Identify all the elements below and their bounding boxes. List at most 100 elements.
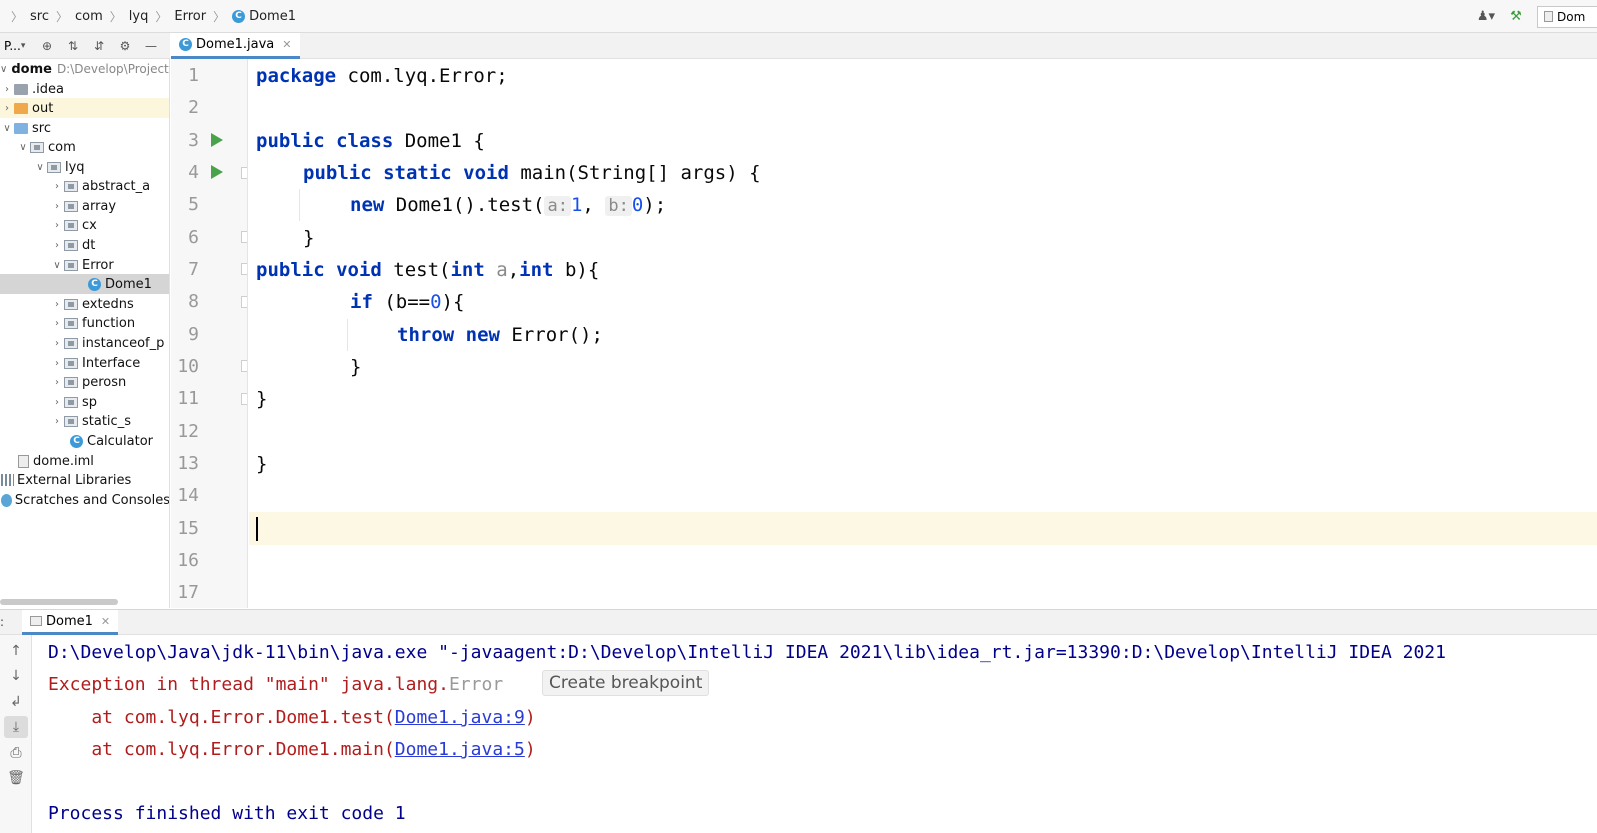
- fold-icon[interactable]: [241, 393, 247, 405]
- fold-icon[interactable]: [241, 296, 247, 308]
- chevron-right-icon: ›: [55, 180, 59, 192]
- fold-icon[interactable]: [241, 167, 247, 179]
- package-icon: [64, 415, 78, 427]
- tree-item-src[interactable]: ∨ src: [0, 118, 169, 138]
- chevron-right-icon: 〉: [56, 10, 69, 24]
- tree-item-sp[interactable]: › sp: [0, 392, 169, 412]
- close-icon[interactable]: ✕: [101, 615, 110, 628]
- arrow-down-icon[interactable]: ↓: [4, 665, 28, 687]
- fold-icon[interactable]: [241, 263, 247, 275]
- chevron-down-icon: ∨: [53, 259, 61, 271]
- tree-item-dome-iml[interactable]: dome.iml: [0, 451, 169, 471]
- editor-gutter[interactable]: 1 2 3 4 5 6 7 8 9 10 11 12 13 14 15 16 1…: [171, 59, 248, 608]
- code-line-11: }: [256, 388, 268, 410]
- chevron-down-icon: ∨: [0, 63, 8, 75]
- tree-item-scratches[interactable]: Scratches and Consoles: [0, 490, 169, 510]
- tree-item-interface[interactable]: › Interface: [0, 353, 169, 373]
- project-tree: ∨ dome D:\Develop\Projects › .idea › out…: [0, 59, 170, 608]
- line-number: 17: [177, 582, 199, 603]
- chevron-right-icon: ›: [55, 376, 59, 388]
- tree-item-label: perosn: [82, 374, 127, 390]
- scroll-to-end-icon[interactable]: ⤓: [4, 716, 28, 738]
- indent-guide: [299, 189, 300, 221]
- tree-item-cx[interactable]: › cx: [0, 215, 169, 235]
- build-hammer-icon[interactable]: ⚒: [1503, 5, 1529, 29]
- fold-icon[interactable]: [241, 231, 247, 243]
- tab-dome1-java[interactable]: C Dome1.java ✕: [171, 33, 300, 59]
- horizontal-scrollbar[interactable]: [0, 599, 118, 605]
- tree-item-label: Dome1: [105, 276, 152, 292]
- arrow-up-icon[interactable]: ↑: [4, 640, 28, 662]
- tree-item-label: Calculator: [87, 433, 154, 449]
- user-icon[interactable]: ♟▾: [1469, 5, 1503, 29]
- param-hint-a: a:: [544, 196, 571, 216]
- create-breakpoint-tooltip[interactable]: Create breakpoint: [542, 670, 710, 696]
- breadcrumb-item-dome1[interactable]: C Dome1: [232, 9, 296, 24]
- tab-run-dome1[interactable]: Dome1 ✕: [22, 610, 119, 635]
- tree-item-label: lyq: [65, 159, 85, 175]
- soft-wrap-icon[interactable]: ↲: [4, 691, 28, 713]
- tree-item-function[interactable]: › function: [0, 313, 169, 333]
- run-configuration-select[interactable]: Dom: [1537, 5, 1597, 28]
- close-icon[interactable]: ✕: [282, 38, 291, 51]
- tree-item-lyq[interactable]: ∨ lyq: [0, 157, 169, 177]
- package-icon: [64, 219, 78, 231]
- collapse-all-icon[interactable]: ⇵: [86, 35, 112, 57]
- stack-trace-link[interactable]: Dome1.java:5: [395, 739, 525, 760]
- scratches-icon: [1, 493, 12, 507]
- trash-icon[interactable]: 🗑: [4, 767, 28, 789]
- tree-item-external-libraries[interactable]: External Libraries: [0, 470, 169, 490]
- hide-icon[interactable]: —: [138, 35, 164, 57]
- tree-item-label: out: [32, 100, 54, 116]
- current-line-highlight: [249, 512, 1597, 545]
- text-caret: [256, 517, 258, 541]
- breadcrumb-item-error[interactable]: Error: [174, 9, 206, 24]
- print-icon[interactable]: ⎙: [4, 742, 28, 764]
- tree-item-perosn[interactable]: › perosn: [0, 372, 169, 392]
- breadcrumb-item-lyq[interactable]: lyq: [129, 9, 149, 24]
- fold-icon[interactable]: [241, 360, 247, 372]
- console-output[interactable]: D:\Develop\Java\jdk-11\bin\java.exe "-ja…: [33, 635, 1597, 833]
- source-folder-icon: [14, 122, 28, 134]
- tree-item-dt[interactable]: › dt: [0, 235, 169, 255]
- tree-item-calculator[interactable]: C Calculator: [0, 431, 169, 451]
- tree-item-out[interactable]: › out: [0, 98, 169, 118]
- code-editor[interactable]: package com.lyq.Error; public class Dome…: [249, 59, 1597, 608]
- code-line-9: throw new Error();: [397, 324, 603, 346]
- tree-item-dome1[interactable]: C Dome1: [0, 274, 169, 294]
- tree-item-com[interactable]: ∨ com: [0, 137, 169, 157]
- locate-icon[interactable]: ⊕: [34, 35, 60, 57]
- console-command-line: D:\Develop\Java\jdk-11\bin\java.exe "-ja…: [48, 642, 1446, 663]
- run-main-icon[interactable]: [211, 165, 223, 179]
- package-icon: [64, 357, 78, 369]
- tree-item-abstract-a[interactable]: › abstract_a: [0, 176, 169, 196]
- line-number: 7: [188, 259, 199, 280]
- tree-item-extedns[interactable]: › extedns: [0, 294, 169, 314]
- library-icon: [1, 474, 14, 486]
- tree-item-error[interactable]: ∨ Error: [0, 255, 169, 275]
- stack-trace-link[interactable]: Dome1.java:9: [395, 707, 525, 728]
- tree-item-label: dt: [82, 237, 96, 253]
- run-config-icon: [30, 616, 42, 626]
- code-line-4: public static void main(String[] args) {: [303, 162, 761, 184]
- tree-item-array[interactable]: › array: [0, 196, 169, 216]
- gear-icon[interactable]: ⚙: [112, 35, 138, 57]
- navigation-bar: 〉 src 〉 com 〉 lyq 〉 Error 〉 C Dome1 ♟▾ ⚒…: [0, 0, 1597, 33]
- line-number: 14: [177, 485, 199, 506]
- tree-item-static-s[interactable]: › static_s: [0, 411, 169, 431]
- tree-item-idea[interactable]: › .idea: [0, 79, 169, 99]
- tree-item-root[interactable]: ∨ dome D:\Develop\Projects: [0, 59, 169, 79]
- breadcrumb-item-src[interactable]: src: [30, 9, 49, 24]
- java-class-icon: C: [232, 10, 246, 23]
- breadcrumb-item-com[interactable]: com: [75, 9, 103, 24]
- run-class-icon[interactable]: [211, 133, 223, 147]
- line-number: 6: [188, 227, 199, 248]
- chevron-right-icon: 〉: [213, 10, 226, 24]
- java-class-icon: C: [179, 38, 192, 51]
- project-view-dropdown[interactable]: P... ▾: [4, 39, 34, 53]
- expand-all-icon[interactable]: ⇅: [60, 35, 86, 57]
- chevron-right-icon: 〉: [109, 10, 122, 24]
- tree-item-instanceof-p[interactable]: › instanceof_p: [0, 333, 169, 353]
- line-number: 2: [188, 97, 199, 118]
- tree-item-label: dome: [11, 61, 52, 77]
